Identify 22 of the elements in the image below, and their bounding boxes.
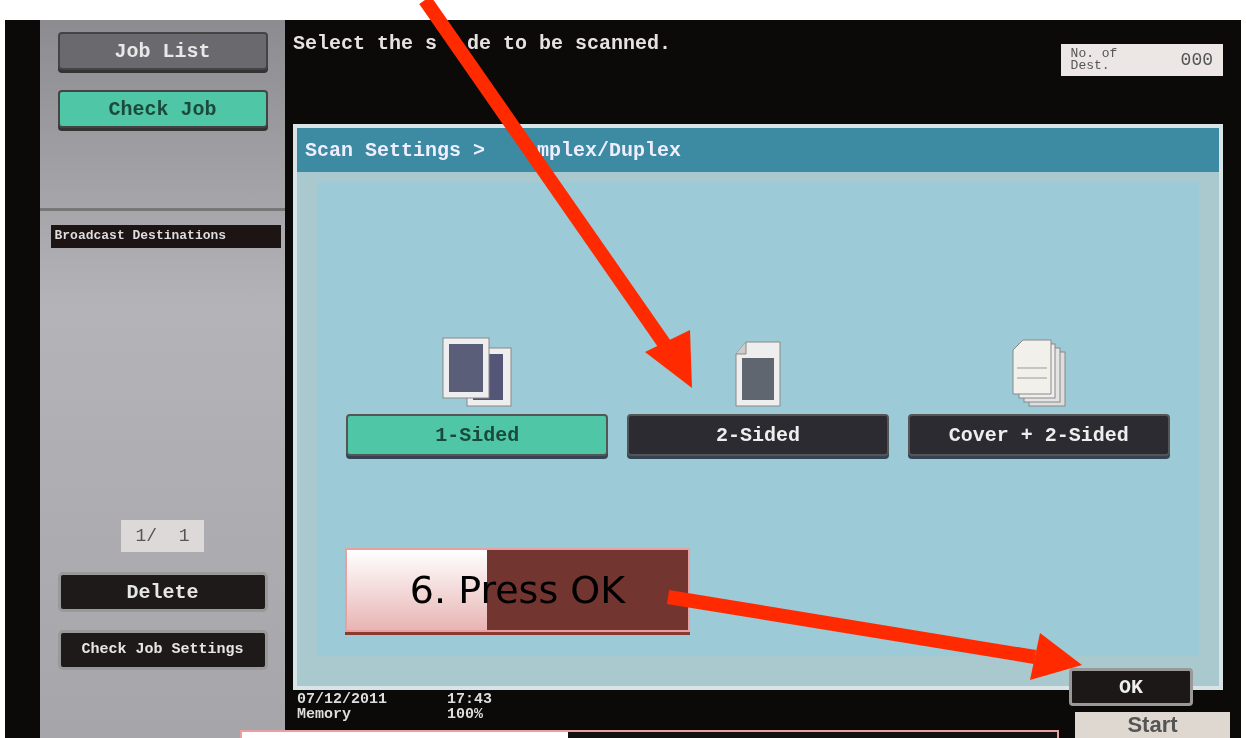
date-text: 07/12/2011 bbox=[297, 692, 388, 707]
ok-button[interactable]: OK bbox=[1069, 668, 1193, 706]
destination-count: 000 bbox=[1180, 50, 1213, 70]
instruction-text: de to be scanned. bbox=[467, 32, 672, 55]
start-button[interactable]: Start bbox=[1075, 712, 1230, 738]
delete-button[interactable]: Delete bbox=[57, 572, 268, 612]
memory-label: Memory bbox=[297, 707, 352, 722]
instruction-text: Select the s bbox=[293, 32, 438, 55]
option-button[interactable]: Cover + 2-Sided bbox=[907, 414, 1170, 456]
option-button[interactable]: 2-Sided bbox=[627, 414, 889, 456]
destination-label: No. of Dest. bbox=[1070, 48, 1119, 72]
breadcrumb-title: mplex/Duplex bbox=[537, 138, 682, 162]
document-icon bbox=[732, 340, 784, 408]
sidebar-button[interactable]: Check Job bbox=[57, 90, 268, 128]
page-counter: 1/ 1 bbox=[121, 520, 204, 552]
time-text: 17:43 bbox=[447, 692, 493, 707]
memory-value: 100% bbox=[447, 707, 484, 722]
option-button[interactable]: 1-Sided bbox=[346, 414, 609, 456]
sidebar-button[interactable]: Job List bbox=[57, 32, 268, 70]
breadcrumb-title: Scan Settings > bbox=[305, 138, 486, 162]
list-header: Broadcast Destinations bbox=[50, 225, 281, 248]
settings-button[interactable]: Check Job Settings bbox=[57, 630, 268, 670]
